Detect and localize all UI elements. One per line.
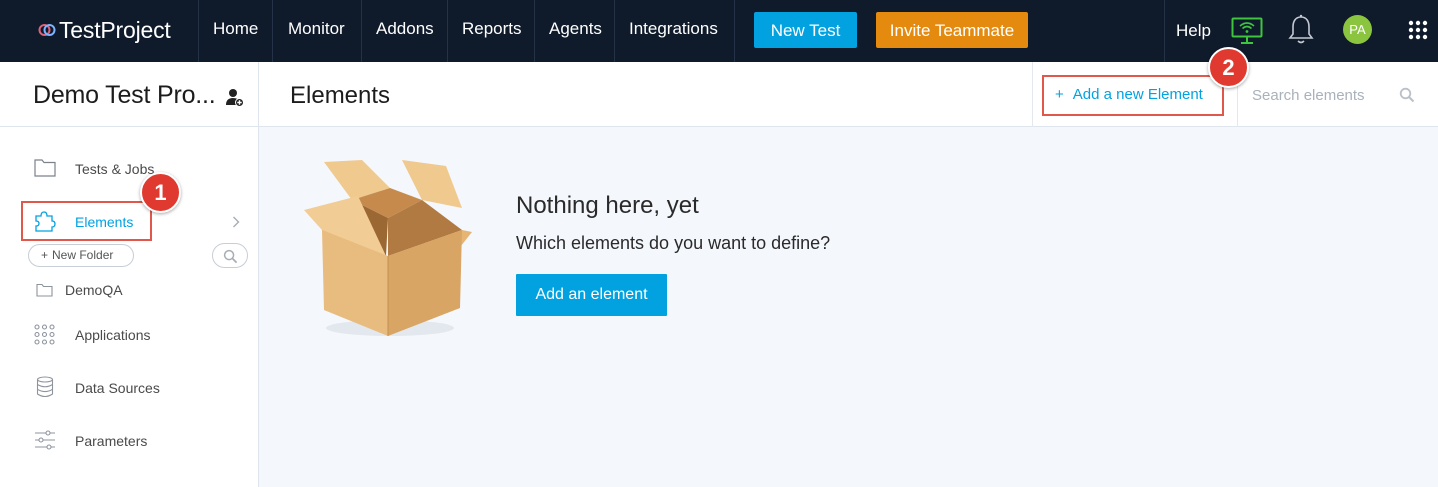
nav-divider (534, 0, 535, 62)
apps-grid-icon[interactable] (1408, 20, 1428, 40)
nav-divider (734, 0, 735, 62)
invite-teammate-button[interactable]: Invite Teammate (876, 12, 1028, 48)
search-elements-input[interactable]: Search elements (1252, 87, 1365, 104)
nav-home[interactable]: Home (213, 0, 258, 62)
new-test-button[interactable]: New Test (754, 12, 857, 48)
testproject-logo-icon (38, 24, 56, 36)
nav-addons[interactable]: Addons (376, 0, 434, 62)
step-badge-1: 1 (140, 172, 181, 213)
user-avatar[interactable]: PA (1343, 15, 1372, 44)
nav-divider (198, 0, 199, 62)
grid-dots-icon (34, 324, 55, 345)
testproject-logo[interactable]: TestProject (38, 16, 171, 44)
page-title: Elements (290, 82, 391, 109)
nav-divider (447, 0, 448, 62)
sidebar-item-applications[interactable]: Applications (75, 327, 151, 343)
nav-divider (1164, 0, 1165, 62)
nav-integrations[interactable]: Integrations (629, 0, 718, 62)
nav-reports[interactable]: Reports (462, 0, 522, 62)
folder-demoqa[interactable]: DemoQA (65, 282, 123, 298)
add-an-element-button[interactable]: Add an element (516, 274, 667, 316)
folder-icon (34, 159, 56, 177)
empty-state-subtitle: Which elements do you want to define? (516, 233, 831, 253)
chevron-right-icon[interactable] (232, 216, 240, 228)
nav-divider (614, 0, 615, 62)
sidebar-item-data-sources[interactable]: Data Sources (75, 380, 160, 396)
empty-box-illustration (304, 160, 472, 336)
sidebar-item-tests-jobs[interactable]: Tests & Jobs (75, 161, 154, 177)
header-divider (1032, 62, 1033, 127)
bell-icon[interactable] (1288, 14, 1314, 46)
add-user-icon[interactable] (226, 88, 244, 107)
nav-divider (272, 0, 273, 62)
search-icon[interactable] (1399, 87, 1415, 103)
project-title[interactable]: Demo Test Pro... (33, 81, 216, 110)
new-folder-button[interactable]: + New Folder (28, 244, 134, 267)
monitor-wifi-icon[interactable] (1231, 17, 1263, 45)
sidebar-item-parameters[interactable]: Parameters (75, 433, 147, 449)
help-link[interactable]: Help (1176, 0, 1211, 62)
empty-state-title: Nothing here, yet (516, 192, 699, 219)
highlight-box-elements (21, 201, 152, 241)
logo-text: TestProject (59, 16, 171, 43)
nav-monitor[interactable]: Monitor (288, 0, 345, 62)
nav-agents[interactable]: Agents (549, 0, 602, 62)
new-folder-label: New Folder (52, 248, 114, 262)
sliders-icon (35, 430, 55, 450)
sidebar-search-button[interactable] (212, 243, 248, 268)
database-icon (36, 376, 54, 398)
nav-divider (361, 0, 362, 62)
folder-icon (36, 283, 53, 297)
highlight-box-add-element (1042, 75, 1224, 116)
plus-icon: + (41, 248, 49, 262)
search-icon (223, 249, 238, 264)
step-badge-2: 2 (1208, 47, 1249, 88)
